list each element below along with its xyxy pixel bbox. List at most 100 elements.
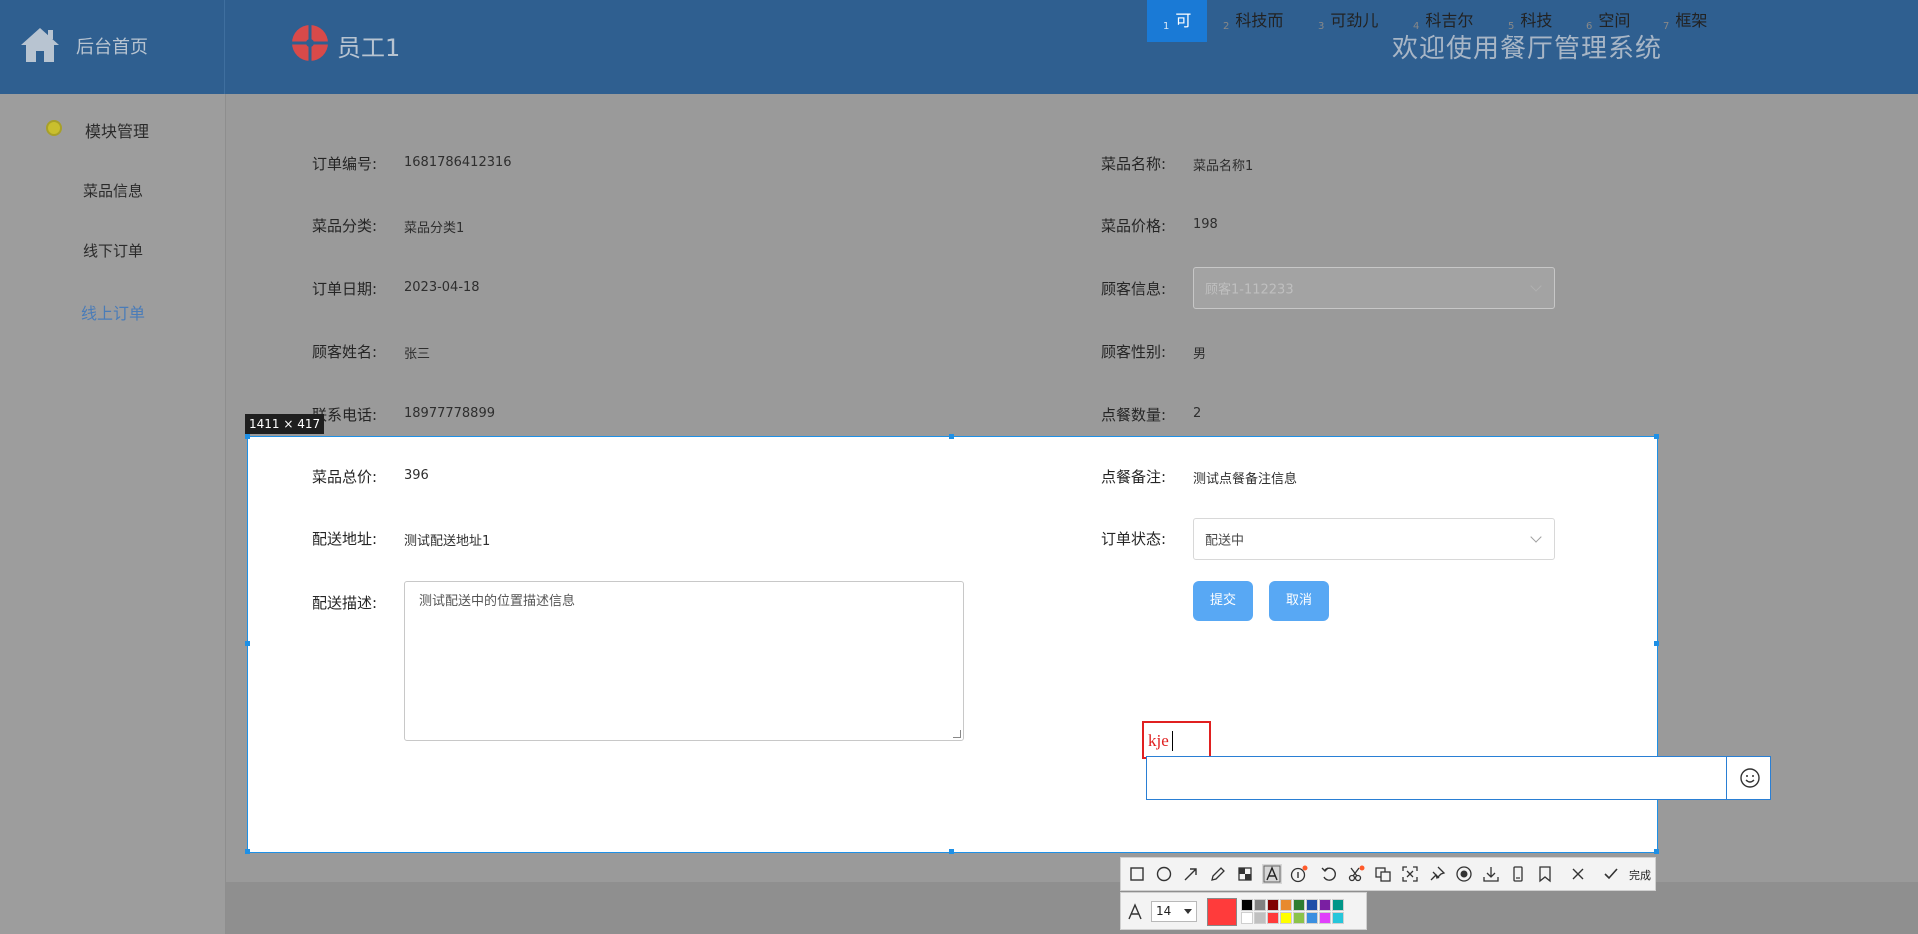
sidebar-item-online-orders[interactable]: 线上订单 bbox=[0, 300, 226, 324]
sidebar-item-dish-info[interactable]: 菜品信息 bbox=[0, 180, 226, 201]
delivery-desc-textarea[interactable]: 测试配送中的位置描述信息 bbox=[404, 581, 964, 741]
customer-gender-value: 男 bbox=[1193, 347, 1207, 362]
submit-button[interactable]: 提交 bbox=[1193, 581, 1253, 621]
total-label: 菜品总价: bbox=[312, 468, 378, 486]
rectangle-icon[interactable] bbox=[1127, 864, 1147, 884]
annotation-toolbar: 完成 bbox=[1120, 857, 1656, 891]
dish-category-value: 菜品分类1 bbox=[404, 221, 465, 236]
color-swatch[interactable] bbox=[1254, 912, 1266, 924]
dish-price-label: 菜品价格: bbox=[1101, 217, 1167, 235]
ellipse-icon[interactable] bbox=[1154, 864, 1174, 884]
ime-candidate[interactable]: 7 框架 bbox=[1663, 0, 1707, 42]
chevron-down-icon bbox=[1530, 531, 1542, 543]
order-date-value: 2023-04-18 bbox=[404, 280, 480, 295]
color-swatch[interactable] bbox=[1280, 912, 1292, 924]
brand-label: 后台首页 bbox=[76, 37, 148, 58]
ime-candidate[interactable]: 4 科吉尔 bbox=[1413, 0, 1473, 42]
resize-grip-icon[interactable] bbox=[953, 730, 961, 738]
font-size-value: 14 bbox=[1156, 904, 1172, 918]
color-swatch[interactable] bbox=[1306, 912, 1318, 924]
order-date-label: 订单日期: bbox=[312, 280, 378, 298]
mosaic-icon[interactable] bbox=[1235, 864, 1255, 884]
ime-candidate[interactable]: 3 可劲儿 bbox=[1318, 0, 1378, 42]
color-swatch[interactable] bbox=[1267, 912, 1279, 924]
color-swatch[interactable] bbox=[1332, 912, 1344, 924]
resize-handle[interactable] bbox=[1654, 849, 1659, 854]
remark-value: 测试点餐备注信息 bbox=[1193, 472, 1298, 487]
resize-handle[interactable] bbox=[949, 849, 954, 854]
ime-candidate[interactable]: 1可 bbox=[1147, 0, 1207, 42]
color-swatch[interactable] bbox=[1241, 912, 1253, 924]
color-swatch[interactable] bbox=[1293, 899, 1305, 911]
download-icon[interactable] bbox=[1481, 864, 1501, 884]
color-swatch[interactable] bbox=[1306, 899, 1318, 911]
sidebar: 模块管理 菜品信息 线下订单 线上订单 bbox=[0, 94, 226, 934]
font-size-select[interactable]: 14 bbox=[1151, 901, 1197, 922]
phone-value: 18977778899 bbox=[404, 406, 495, 421]
close-icon[interactable] bbox=[1568, 864, 1588, 884]
long-screenshot-icon[interactable] bbox=[1400, 864, 1420, 884]
color-swatch[interactable] bbox=[1332, 899, 1344, 911]
text-style-toolbar: 14 bbox=[1120, 892, 1367, 930]
dish-price-value: 198 bbox=[1193, 217, 1218, 232]
order-no-label: 订单编号: bbox=[312, 155, 378, 173]
order-status-select[interactable]: 配送中 bbox=[1193, 518, 1555, 560]
color-swatch[interactable] bbox=[1241, 899, 1253, 911]
check-icon[interactable] bbox=[1601, 864, 1621, 884]
resize-handle[interactable] bbox=[949, 434, 954, 439]
ime-candidate[interactable]: 6 空间 bbox=[1586, 0, 1630, 42]
color-swatch[interactable] bbox=[1280, 899, 1292, 911]
text-tool-icon[interactable] bbox=[1262, 864, 1282, 884]
bottom-band bbox=[226, 882, 1918, 934]
color-swatch[interactable] bbox=[1254, 899, 1266, 911]
chevron-down-icon bbox=[1530, 280, 1542, 292]
ime-candidate-bar bbox=[1146, 756, 1771, 800]
translate-icon[interactable] bbox=[1373, 864, 1393, 884]
customer-name-label: 顾客姓名: bbox=[312, 343, 378, 361]
pin-icon[interactable] bbox=[1427, 864, 1447, 884]
status-label: 订单状态: bbox=[1101, 530, 1167, 548]
customer-info-select[interactable]: 顾客1-112233 bbox=[1193, 267, 1555, 309]
customer-name-value: 张三 bbox=[404, 347, 431, 362]
undo-icon[interactable] bbox=[1319, 864, 1339, 884]
cancel-button[interactable]: 取消 bbox=[1269, 581, 1329, 621]
user-avatar-icon bbox=[292, 25, 328, 61]
user-name[interactable]: 员工1 bbox=[337, 28, 400, 63]
customer-info-value: 顾客1-112233 bbox=[1205, 282, 1294, 298]
scissors-icon[interactable] bbox=[1346, 864, 1366, 884]
done-button[interactable]: 完成 bbox=[1629, 867, 1651, 883]
module-dot-icon bbox=[46, 120, 62, 136]
resize-handle[interactable] bbox=[245, 434, 250, 439]
resize-handle[interactable] bbox=[1654, 434, 1659, 439]
ime-divider bbox=[1726, 756, 1727, 800]
color-swatch[interactable] bbox=[1319, 912, 1331, 924]
font-icon bbox=[1128, 903, 1142, 920]
resize-handle[interactable] bbox=[245, 849, 250, 854]
ime-candidate[interactable]: 2 科技而 bbox=[1223, 0, 1283, 42]
quantity-value: 2 bbox=[1193, 406, 1202, 421]
typed-text: kje bbox=[1148, 731, 1169, 750]
order-status-value: 配送中 bbox=[1205, 533, 1245, 549]
sidebar-group-label: 模块管理 bbox=[85, 122, 150, 141]
color-swatch[interactable] bbox=[1293, 912, 1305, 924]
remark-label: 点餐备注: bbox=[1101, 468, 1167, 486]
text-annotation-box[interactable]: kje bbox=[1142, 721, 1211, 759]
brand-home[interactable]: 后台首页 bbox=[0, 0, 225, 94]
bookmark-icon[interactable] bbox=[1535, 864, 1555, 884]
pencil-icon[interactable] bbox=[1208, 864, 1228, 884]
record-icon[interactable] bbox=[1454, 864, 1474, 884]
caret-down-icon bbox=[1184, 909, 1192, 914]
resize-handle[interactable] bbox=[1654, 641, 1659, 646]
ime-candidate[interactable]: 5 科技 bbox=[1508, 0, 1552, 42]
resize-handle[interactable] bbox=[245, 641, 250, 646]
color-swatch[interactable] bbox=[1319, 899, 1331, 911]
sidebar-item-offline-orders[interactable]: 线下订单 bbox=[0, 240, 226, 261]
current-color-swatch[interactable] bbox=[1207, 898, 1237, 926]
home-icon bbox=[21, 28, 59, 62]
emoji-icon[interactable] bbox=[1739, 767, 1761, 789]
quantity-label: 点餐数量: bbox=[1101, 406, 1167, 424]
arrow-icon[interactable] bbox=[1181, 864, 1201, 884]
phone-icon[interactable] bbox=[1508, 864, 1528, 884]
number-marker-icon[interactable] bbox=[1289, 864, 1309, 884]
color-swatch[interactable] bbox=[1267, 899, 1279, 911]
